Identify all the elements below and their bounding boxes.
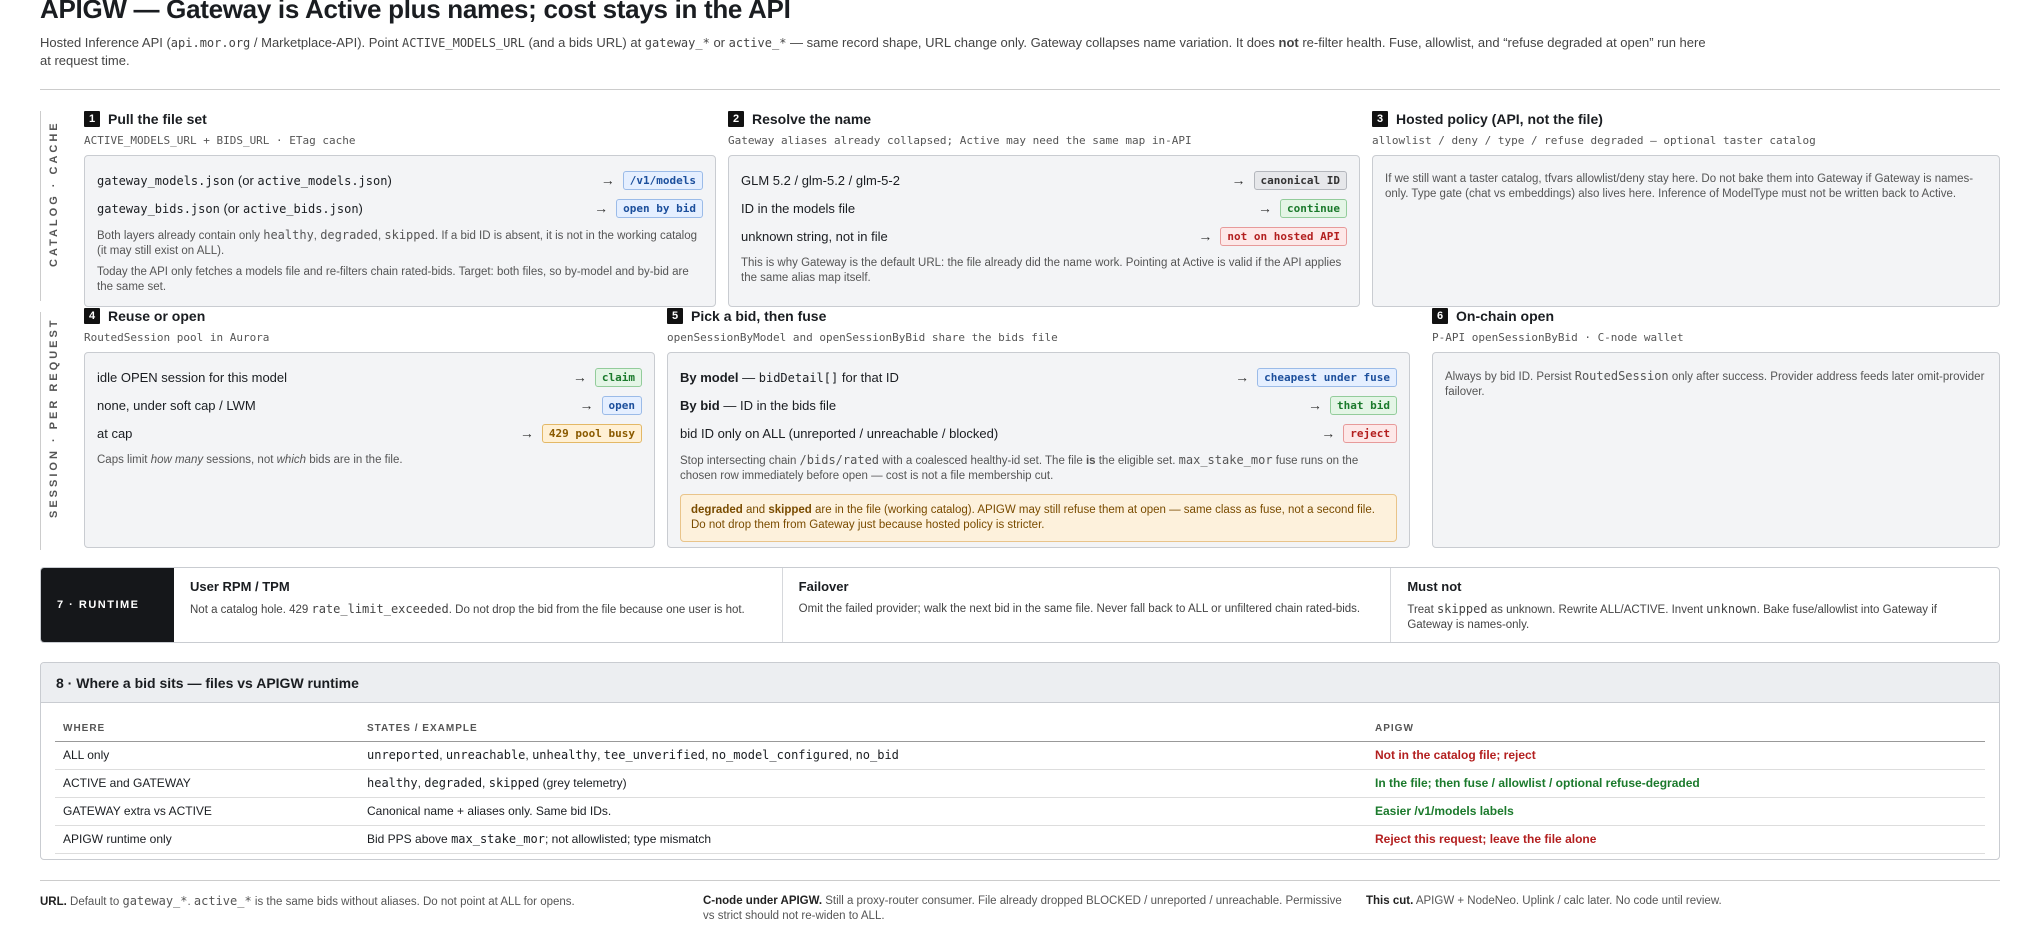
step-4-head: 4 Reuse or open [84,308,205,324]
arrow-icon: → [600,172,615,188]
step-3-head: 3 Hosted policy (API, not the file) [1372,111,1603,127]
outcome-tag: claim [594,367,642,387]
arrow-icon: → [519,425,534,441]
decision-row: By model — bidDetail[] for that ID → cheap… [680,363,1397,391]
intro-text: Hosted Inference API (api.mor.org / Mark… [40,35,1706,68]
decision-row: gateway_models.json (or active_models.js… [97,166,703,194]
step-1-card: gateway_models.json (or active_models.js… [84,155,716,307]
decision-row: By bid — ID in the bids file → that bid [680,391,1397,419]
step-5-head: 5 Pick a bid, then fuse [667,308,826,324]
col-header-where: WHERE [55,717,359,742]
outcome-tag: not on hosted API [1220,226,1347,246]
decision-row: unknown string, not in file → not on hoste… [741,222,1347,250]
table-row: ACTIVE and GATEWAY healthy, degraded, ski… [55,769,1985,798]
card-note: Always by bid ID. Persist RoutedSession … [1445,369,1985,398]
card-note: Both layers already contain only healthy… [97,228,698,257]
decision-row: idle OPEN session for this model → claim [97,363,642,391]
decision-row: ID in the models file → continue [741,194,1347,222]
step-6-subtitle: P-API openSessionByBid · C-node wallet [1432,331,1684,344]
runtime-panel: 7 · RUNTIME User RPM / TPM Not a catalog … [40,567,2000,643]
decision-row: gateway_bids.json (or active_bids.json) →… [97,194,703,222]
col-header-apigw: APIGW [1367,717,1985,742]
runtime-col-rpm: User RPM / TPM Not a catalog hole. 429 ra… [190,579,745,616]
footer-cut-note: This cut. APIGW + NodeNeo. Uplink / calc… [1366,895,1722,907]
arrow-icon: → [594,200,609,216]
catalog-rail [40,111,41,301]
outcome-tag: that bid [1330,395,1397,415]
step-6-title: On-chain open [1456,308,1554,324]
footer-url-note: URL. Default to gateway_*. active_* is t… [40,894,575,908]
step-6-card: Always by bid ID. Persist RoutedSession … [1432,352,2000,548]
step-3-title: Hosted policy (API, not the file) [1396,111,1603,127]
arrow-icon: → [1308,397,1323,413]
outcome-tag: 429 pool busy [541,423,642,443]
session-rail-label: SESSION · PER REQUEST [48,317,60,518]
runtime-col-must-not: Must not Treat skipped as unknown. Rewrit… [1390,568,1999,642]
col-header-states: STATES / EXAMPLE [359,717,1367,742]
arrow-icon: → [579,397,594,413]
arrow-icon: → [1321,425,1336,441]
catalog-rail-label: CATALOG · CACHE [48,120,60,267]
decision-row: at cap → 429 pool busy [97,419,642,447]
step-6-head: 6 On-chain open [1432,308,1554,324]
arrow-icon: → [1198,228,1213,244]
arrow-icon: → [1231,172,1246,188]
bid-location-table-card: 8 · Where a bid sits — files vs APIGW ru… [40,662,2000,860]
card-note: Today the API only fetches a models file… [97,266,689,293]
table-row: APIGW runtime only Bid PPS above max_stak… [55,825,1985,854]
decision-row: bid ID only on ALL (unreported / unreach… [680,419,1397,447]
step-1-title: Pull the file set [108,111,207,127]
decision-row: none, under soft cap / LWM → open [97,391,642,419]
outcome-tag: reject [1343,423,1397,443]
session-rail [40,312,41,550]
runtime-label: 7 · RUNTIME [41,568,174,642]
step-2-card: GLM 5.2 / glm-5.2 / glm-5-2 → canonical ID… [728,155,1360,307]
outcome-tag: /v1/models [622,170,703,190]
arrow-icon: → [1258,200,1273,216]
outcome-tag: open by bid [616,198,703,218]
footer-divider [40,880,2000,881]
arrow-icon: → [1235,369,1250,385]
arrow-icon: → [572,369,587,385]
step-4-title: Reuse or open [108,308,206,324]
step-2-subtitle: Gateway aliases already collapsed; Activ… [728,134,1192,147]
step-2-title: Resolve the name [752,111,872,127]
step-1-head: 1 Pull the file set [84,111,207,127]
warning-callout: degraded and skipped are in the file (wo… [680,494,1397,542]
outcome-tag: open [601,395,642,415]
step-5-card: By model — bidDetail[] for that ID → cheap… [667,352,1410,548]
outcome-tag: cheapest under fuse [1257,367,1397,387]
footer-cnode-note: C-node under APIGW. Still a proxy-router… [703,895,1342,922]
decision-row: GLM 5.2 / glm-5.2 / glm-5-2 → canonical ID [741,166,1347,194]
step-3-subtitle: allowlist / deny / type / refuse degrade… [1372,134,1816,147]
card-note: If we still want a taster catalog, tfvar… [1385,173,1974,200]
step-5-subtitle: openSessionByModel and openSessionByBid … [667,331,1058,344]
header-divider [40,89,2000,90]
card-note: Stop intersecting chain /bids/rated with… [680,453,1359,482]
step-5-title: Pick a bid, then fuse [691,308,827,324]
runtime-col-failover: Failover Omit the failed provider; walk t… [781,568,1391,642]
step-3-card: If we still want a taster catalog, tfvar… [1372,155,2000,307]
card-note: This is why Gateway is the default URL: … [741,257,1342,284]
outcome-tag: continue [1280,198,1347,218]
table-row: GATEWAY extra vs ACTIVE Canonical name + … [55,797,1985,826]
card-note: Caps limit how many sessions, not which … [97,454,403,466]
page-title: APIGW — Gateway is Active plus names; co… [40,0,791,24]
step-1-subtitle: ACTIVE_MODELS_URL + BIDS_URL · ETag cach… [84,134,356,147]
table-row: ALL only unreported, unreachable, unhealt… [55,741,1985,770]
outcome-tag: canonical ID [1253,170,1347,190]
table-title: 8 · Where a bid sits — files vs APIGW ru… [41,663,1999,703]
step-4-card: idle OPEN session for this model → claim no… [84,352,655,548]
step-4-subtitle: RoutedSession pool in Aurora [84,331,270,344]
bid-location-table: WHERE STATES / EXAMPLE APIGW ALL only unr… [55,717,1985,854]
step-2-head: 2 Resolve the name [728,111,871,127]
